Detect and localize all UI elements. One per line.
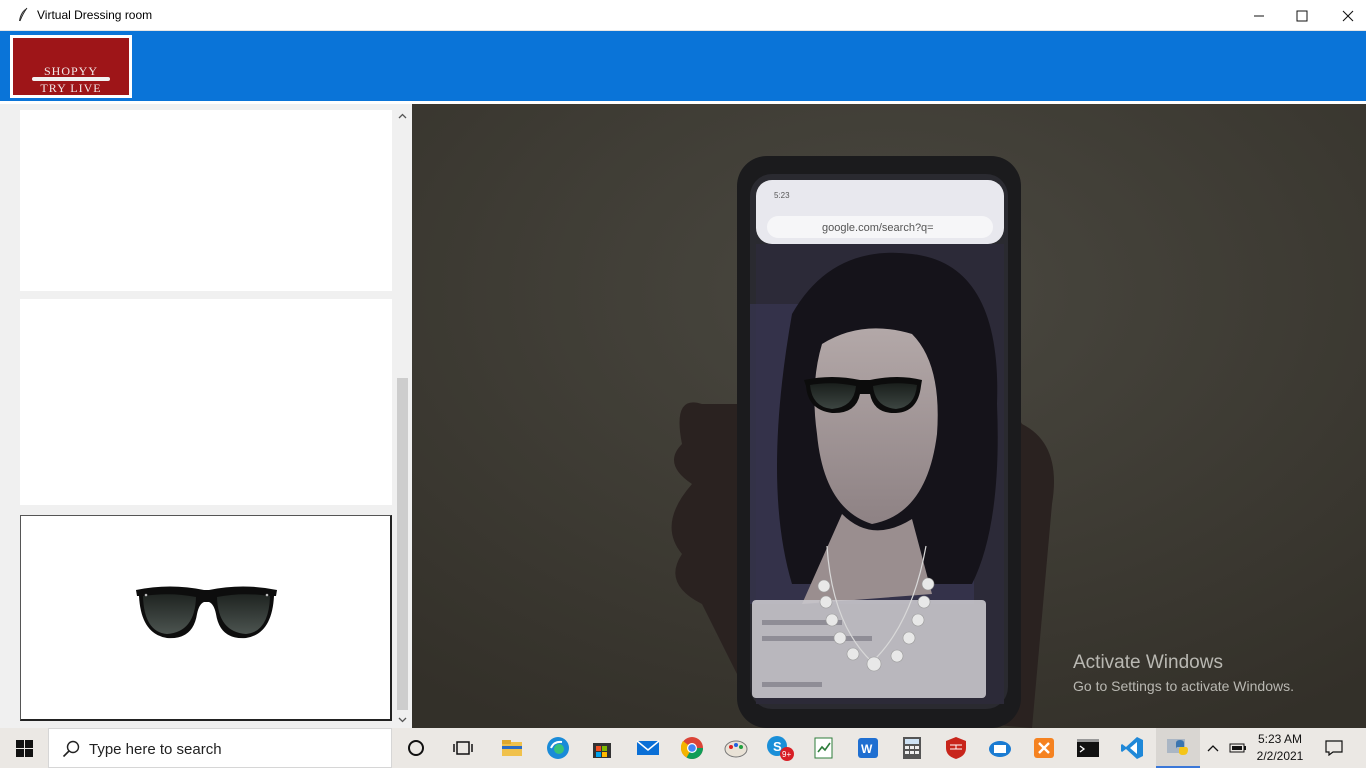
scrollbar-thumb[interactable] — [397, 378, 408, 710]
taskbar: Type here to search S 9+ W 5:23 AM 2/2/2… — [0, 728, 1366, 768]
clock-time: 5:23 AM — [1257, 732, 1303, 746]
phone-time: 5:23 — [774, 191, 790, 200]
close-button[interactable] — [1325, 0, 1366, 31]
edge-icon — [547, 737, 569, 759]
paint-icon — [724, 740, 748, 758]
terminal-button[interactable] — [1066, 728, 1110, 768]
wps-icon: W — [858, 738, 878, 758]
outlook-icon — [989, 741, 1011, 757]
window-title: Virtual Dressing room — [37, 8, 153, 22]
product-slot-sunglasses[interactable] — [20, 515, 392, 721]
feather-icon — [19, 7, 28, 22]
close-icon — [1342, 10, 1354, 21]
scroll-down-button[interactable] — [395, 712, 410, 728]
logo-subtitle: TRY LIVE — [40, 81, 102, 95]
skype-badge: 9+ — [782, 750, 791, 759]
editor-icon — [814, 737, 833, 759]
activate-title: Activate Windows — [1073, 652, 1223, 673]
logo-badge: SHOPYY TRY LIVE — [13, 38, 129, 95]
maximize-icon — [1296, 10, 1308, 21]
paint-button[interactable] — [714, 728, 758, 768]
taskbar-search-box[interactable]: Type here to search — [48, 728, 392, 768]
notifications-button[interactable] — [1318, 728, 1350, 768]
product-slot[interactable] — [20, 110, 392, 291]
python-icon — [1167, 739, 1188, 755]
vscode-icon — [1121, 737, 1143, 759]
battery-icon — [1229, 743, 1246, 753]
mail-icon — [636, 740, 660, 755]
firewall-button[interactable] — [934, 728, 978, 768]
chevron-up-icon — [1207, 745, 1219, 752]
notification-icon — [1325, 740, 1343, 756]
task-view-icon — [453, 741, 473, 755]
chevron-up-icon — [398, 113, 407, 119]
editor-button[interactable] — [802, 728, 846, 768]
clock-date: 2/2/2021 — [1256, 749, 1304, 763]
task-view-button[interactable] — [441, 728, 485, 768]
app-header — [0, 31, 1366, 101]
camera-feed: 5:23 google.com/search?q= Activate Windo… — [412, 104, 1366, 728]
terminal-icon — [1077, 739, 1099, 757]
maximize-button[interactable] — [1279, 0, 1325, 31]
svg-text:W: W — [861, 742, 873, 756]
search-placeholder: Type here to search — [89, 741, 222, 758]
file-explorer-button[interactable] — [490, 728, 534, 768]
scroll-up-button[interactable] — [395, 108, 410, 124]
python-app-button[interactable] — [1156, 728, 1200, 768]
xampp-button[interactable] — [1022, 728, 1066, 768]
xampp-icon — [1034, 738, 1054, 758]
skype-button[interactable]: S 9+ — [758, 728, 802, 768]
calculator-button[interactable] — [890, 728, 934, 768]
search-icon — [62, 740, 80, 758]
vscode-button[interactable] — [1110, 728, 1154, 768]
start-button[interactable] — [0, 728, 48, 768]
vertical-scrollbar[interactable] — [395, 108, 410, 728]
store-button[interactable] — [580, 728, 624, 768]
cortana-icon — [408, 740, 424, 756]
chrome-icon — [680, 737, 703, 759]
phone-url: google.com/search?q= — [822, 222, 934, 234]
firewall-icon — [946, 737, 966, 759]
chrome-button[interactable] — [670, 728, 714, 768]
shopyy-logo: SHOPYY TRY LIVE — [10, 35, 132, 98]
taskbar-clock[interactable]: 5:23 AM 2/2/2021 — [1252, 731, 1308, 765]
title-bar: Virtual Dressing room — [0, 0, 1366, 31]
cortana-button[interactable] — [394, 728, 438, 768]
webcam-image: 5:23 google.com/search?q= — [412, 104, 1366, 728]
minimize-icon — [1254, 15, 1264, 16]
product-list-panel — [0, 101, 412, 728]
show-hidden-icons-button[interactable] — [1202, 728, 1224, 768]
activate-subtitle: Go to Settings to activate Windows. — [1073, 678, 1294, 694]
edge-button[interactable] — [536, 728, 580, 768]
windows-logo-icon — [15, 739, 33, 757]
minimize-button[interactable] — [1236, 0, 1282, 31]
chevron-down-icon — [398, 717, 407, 723]
mail-button[interactable] — [626, 728, 670, 768]
product-slot[interactable] — [20, 299, 392, 505]
outlook-button[interactable] — [978, 728, 1022, 768]
file-explorer-icon — [502, 740, 522, 756]
store-icon — [593, 743, 611, 758]
wps-button[interactable]: W — [846, 728, 890, 768]
activate-windows-watermark: Activate Windows Go to Settings to activ… — [1073, 652, 1294, 694]
sunglasses-icon — [136, 586, 277, 639]
skype-icon: S9+ — [767, 736, 794, 761]
calculator-icon — [903, 737, 921, 759]
battery-button[interactable] — [1226, 728, 1250, 768]
